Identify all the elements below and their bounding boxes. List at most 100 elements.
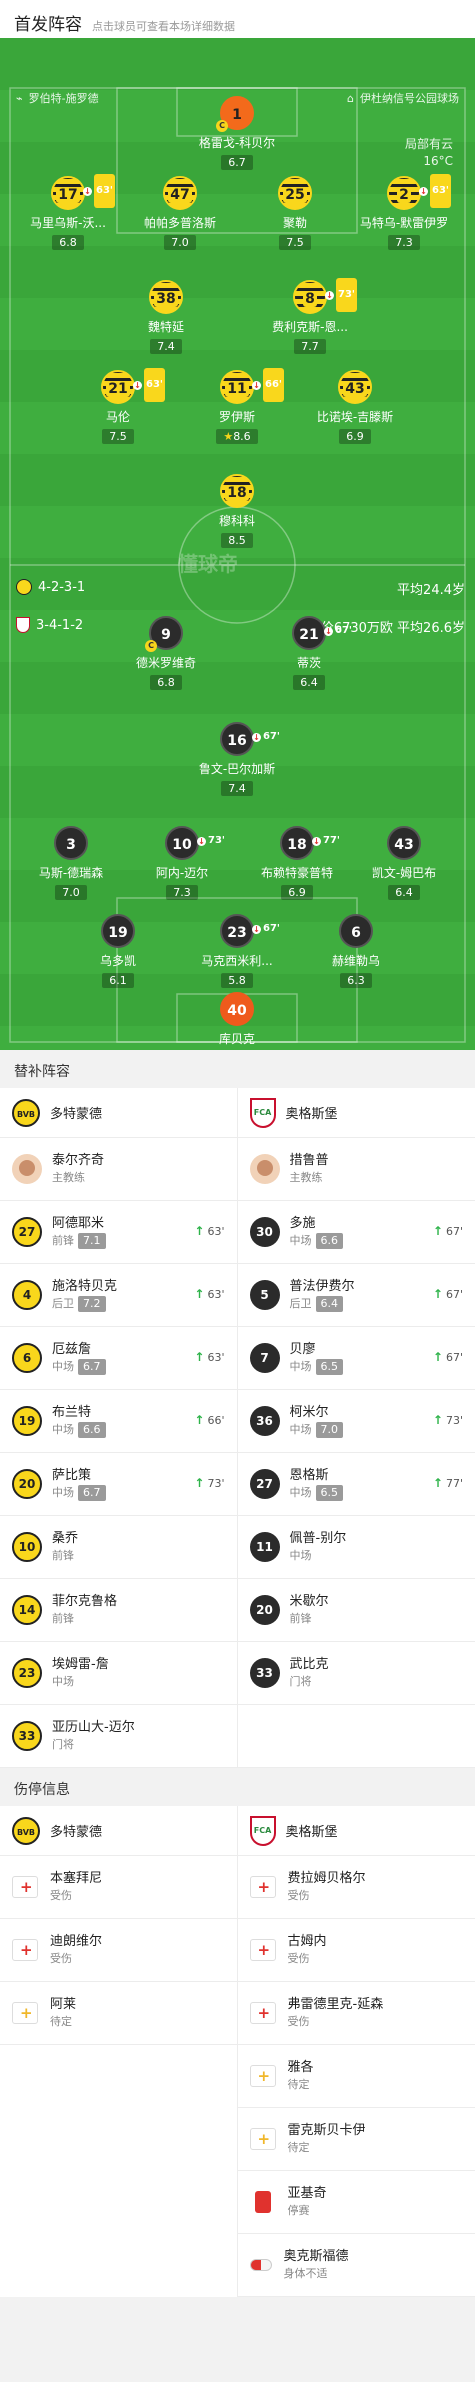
injury-home[interactable]: 本塞拜尼受伤	[0, 1856, 238, 1919]
sub-in-marker: ↑ 77'	[433, 1476, 463, 1490]
sub-player-away[interactable]: 30 多施 中场 6.6 ↑ 67'	[237, 1201, 475, 1264]
player-name: 布赖特豪普特	[260, 866, 333, 880]
away-player[interactable]: 19 乌多凯 6.1	[63, 914, 173, 988]
player-number: 19	[101, 914, 135, 948]
sub-position: 前锋	[290, 1611, 329, 1627]
player-number-text: 21	[299, 627, 319, 643]
home-coach[interactable]: 泰尔齐奇 主教练	[0, 1138, 238, 1201]
player-number: 17 ↓ 63'	[51, 174, 115, 210]
away-player[interactable]: 40库贝克6.8	[182, 992, 292, 1050]
home-player[interactable]: 18 穆科科 8.5	[182, 474, 292, 548]
sub-name: 施洛特贝克	[52, 1279, 118, 1294]
away-player[interactable]: 10 ↓ 73' 阿内-迈尔 7.3	[127, 826, 237, 900]
home-player[interactable]: 21 ↓ 63' 马伦 7.5	[63, 368, 173, 444]
player-name: 鲁文-巴尔加斯	[198, 762, 276, 776]
injury-away[interactable]: 雷克斯贝卡伊待定	[237, 2108, 475, 2171]
injury-home	[0, 2108, 238, 2171]
sub-minute: 63'	[430, 174, 451, 208]
player-rating-value: 6.1	[109, 974, 127, 987]
injury-status: 身体不适	[283, 2267, 328, 2280]
injury-away[interactable]: 弗雷德里克-延森受伤	[237, 1982, 475, 2045]
injuries-grid: BVB 多特蒙德 FCA 奥格斯堡 本塞拜尼受伤费拉姆贝格尔受伤迪朗维尔受伤古姆…	[0, 1806, 475, 2297]
sub-player-home[interactable]: 19 布兰特 中场 6.6 ↑ 66'	[0, 1390, 238, 1453]
player-rating-value: 7.0	[62, 886, 80, 899]
sub-player-away[interactable]: 7 贝廖 中场 6.5 ↑ 67'	[237, 1327, 475, 1390]
injury-status: 受伤	[50, 1889, 72, 1902]
injury-away[interactable]: 雅各待定	[237, 2045, 475, 2108]
sub-rating: 6.5	[315, 1359, 343, 1375]
sub-in-minute: 67'	[445, 1287, 463, 1301]
doubtful-cross-icon	[249, 2128, 276, 2150]
injured-player-name: 雅各	[287, 2060, 314, 2075]
player-number-text: 8	[303, 291, 317, 307]
inj-away-team[interactable]: FCA 奥格斯堡	[237, 1806, 475, 1856]
subs-grid: BVB 多特蒙德 FCA 奥格斯堡 泰尔齐奇 主教练 措鲁普 主教练 27 阿德耶米前…	[0, 1088, 475, 1768]
home-player[interactable]: 2 ↓ 63' 马特乌-默雷伊罗 7.3	[349, 174, 459, 250]
injury-away[interactable]: 亚基奇 停赛	[237, 2171, 475, 2234]
away-player[interactable]: 21 ↓ 67' 蒂茨 6.4	[254, 616, 364, 690]
away-player[interactable]: 43 凯文-姆巴布 6.4	[349, 826, 459, 900]
sub-position-text: 中场	[289, 1423, 312, 1436]
sub-player-home[interactable]: 33 亚历山大-迈尔 门将	[0, 1705, 238, 1768]
home-player[interactable]: 1 C 格雷戈-科贝尔 6.7	[182, 96, 292, 170]
sub-player-home[interactable]: 27 阿德耶米 前锋 7.1 ↑ 63'	[0, 1201, 238, 1264]
away-player[interactable]: 23 ↓ 67' 马克西米利... 5.8	[182, 914, 292, 988]
sub-player-home[interactable]: 4 施洛特贝克 后卫 7.2 ↑ 63'	[0, 1264, 238, 1327]
away-player[interactable]: 18 ↓ 77' 布赖特豪普特 6.9	[242, 826, 352, 900]
sub-player-away[interactable]: 5 普法伊费尔 后卫 6.4 ↑ 67'	[237, 1264, 475, 1327]
injury-away[interactable]: 古姆内受伤	[237, 1919, 475, 1982]
home-player[interactable]: 17 ↓ 63' 马里乌斯-沃... 6.8	[13, 174, 123, 250]
sub-player-home[interactable]: 20 萨比策 中场 6.7 ↑ 73'	[0, 1453, 238, 1516]
home-formation-row: 4-2-3-1	[16, 579, 85, 595]
injury-away[interactable]: 奥克斯福德 身体不适	[237, 2234, 475, 2297]
player-number-text: 16	[227, 733, 247, 749]
injury-home[interactable]: 阿莱待定	[0, 1982, 238, 2045]
shirt-number: 4	[12, 1280, 42, 1310]
sub-out-marker: ↓ 77'	[312, 824, 340, 858]
sub-out-icon: ↓	[325, 290, 334, 300]
sub-player-home[interactable]: 14 菲尔克鲁格 前锋	[0, 1579, 238, 1642]
player-name: 库贝克	[218, 1032, 255, 1046]
home-player[interactable]: 11 ↓ 66' 罗伊斯 ★8.6	[182, 368, 292, 444]
player-rating: 7.4	[221, 781, 253, 796]
player-rating-value: 6.9	[288, 886, 306, 899]
injured-player-name: 阿莱	[50, 1997, 77, 2012]
sub-position-text: 中场	[289, 1549, 312, 1562]
sub-out-icon: ↓	[419, 186, 428, 196]
sub-player-away[interactable]: 20 米歇尔 前锋	[237, 1579, 475, 1642]
sub-position-text: 前锋	[52, 1549, 74, 1562]
player-name: 罗伊斯	[218, 410, 255, 424]
mvp-star-icon: ★	[223, 430, 234, 443]
player-rating-value: 6.8	[59, 236, 77, 249]
injury-cross-icon	[249, 1939, 276, 1961]
inj-home-team[interactable]: BVB 多特蒙德	[0, 1806, 238, 1856]
sub-player-home[interactable]: 6 厄兹詹 中场 6.7 ↑ 63'	[0, 1327, 238, 1390]
away-player[interactable]: 3 马斯-德瑞森 7.0	[16, 826, 126, 900]
sub-position: 门将	[52, 1737, 135, 1753]
sub-player-home[interactable]: 10 桑乔 前锋	[0, 1516, 238, 1579]
bvb-crest-icon: BVB	[12, 1098, 40, 1127]
away-player[interactable]: 16 ↓ 67' 鲁文-巴尔加斯 7.4	[182, 722, 292, 796]
sub-player-away[interactable]: 27 恩格斯 中场 6.5 ↑ 77'	[237, 1453, 475, 1516]
sub-player-away[interactable]: 36 柯米尔 中场 7.0 ↑ 73'	[237, 1390, 475, 1453]
away-player[interactable]: 6 赫维勒乌 6.3	[301, 914, 411, 988]
subs-away-team[interactable]: FCA 奥格斯堡	[237, 1088, 475, 1138]
home-player[interactable]: 47 帕帕多普洛斯 7.0	[125, 176, 235, 250]
sub-player-home[interactable]: 23 埃姆雷-詹 中场	[0, 1642, 238, 1705]
away-coach[interactable]: 措鲁普 主教练	[237, 1138, 475, 1201]
sub-player-away[interactable]: 11 佩普-别尔 中场	[237, 1516, 475, 1579]
away-player[interactable]: 9 C 德米罗维奇 6.8	[111, 616, 221, 690]
subs-home-team[interactable]: BVB 多特蒙德	[0, 1088, 238, 1138]
injury-status: 受伤	[287, 1889, 310, 1902]
sub-player-away[interactable]: 33 武比克 门将	[237, 1642, 475, 1705]
home-player[interactable]: 8 ↓ 73' 费利克斯-恩... 7.7	[255, 278, 365, 354]
home-player[interactable]: 43 比诺埃-吉滕斯 6.9	[300, 370, 410, 444]
injury-home[interactable]: 迪朗维尔受伤	[0, 1919, 238, 1982]
sub-minute: 66'	[263, 368, 284, 402]
player-rating: 7.0	[164, 235, 196, 250]
injury-away[interactable]: 费拉姆贝格尔受伤	[237, 1856, 475, 1919]
sub-position-text: 中场	[289, 1360, 312, 1373]
sub-out-marker: ↓ 73'	[325, 278, 357, 312]
home-player[interactable]: 38 魏特延 7.4	[111, 280, 221, 354]
home-player[interactable]: 25 聚勒 7.5	[240, 176, 350, 250]
